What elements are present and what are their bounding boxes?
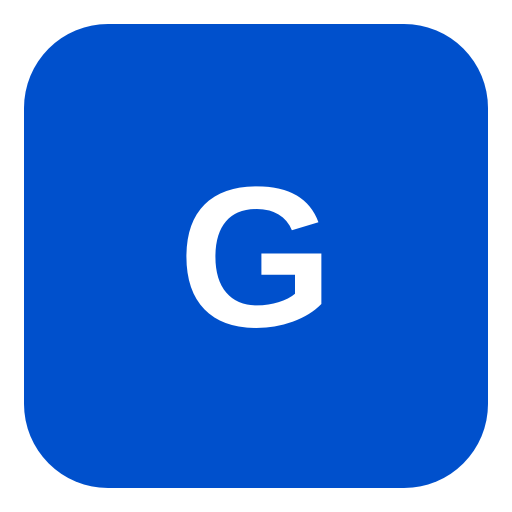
app-icon-letter: G xyxy=(178,146,334,369)
app-icon[interactable]: G xyxy=(24,24,488,488)
canvas: G xyxy=(0,0,512,512)
